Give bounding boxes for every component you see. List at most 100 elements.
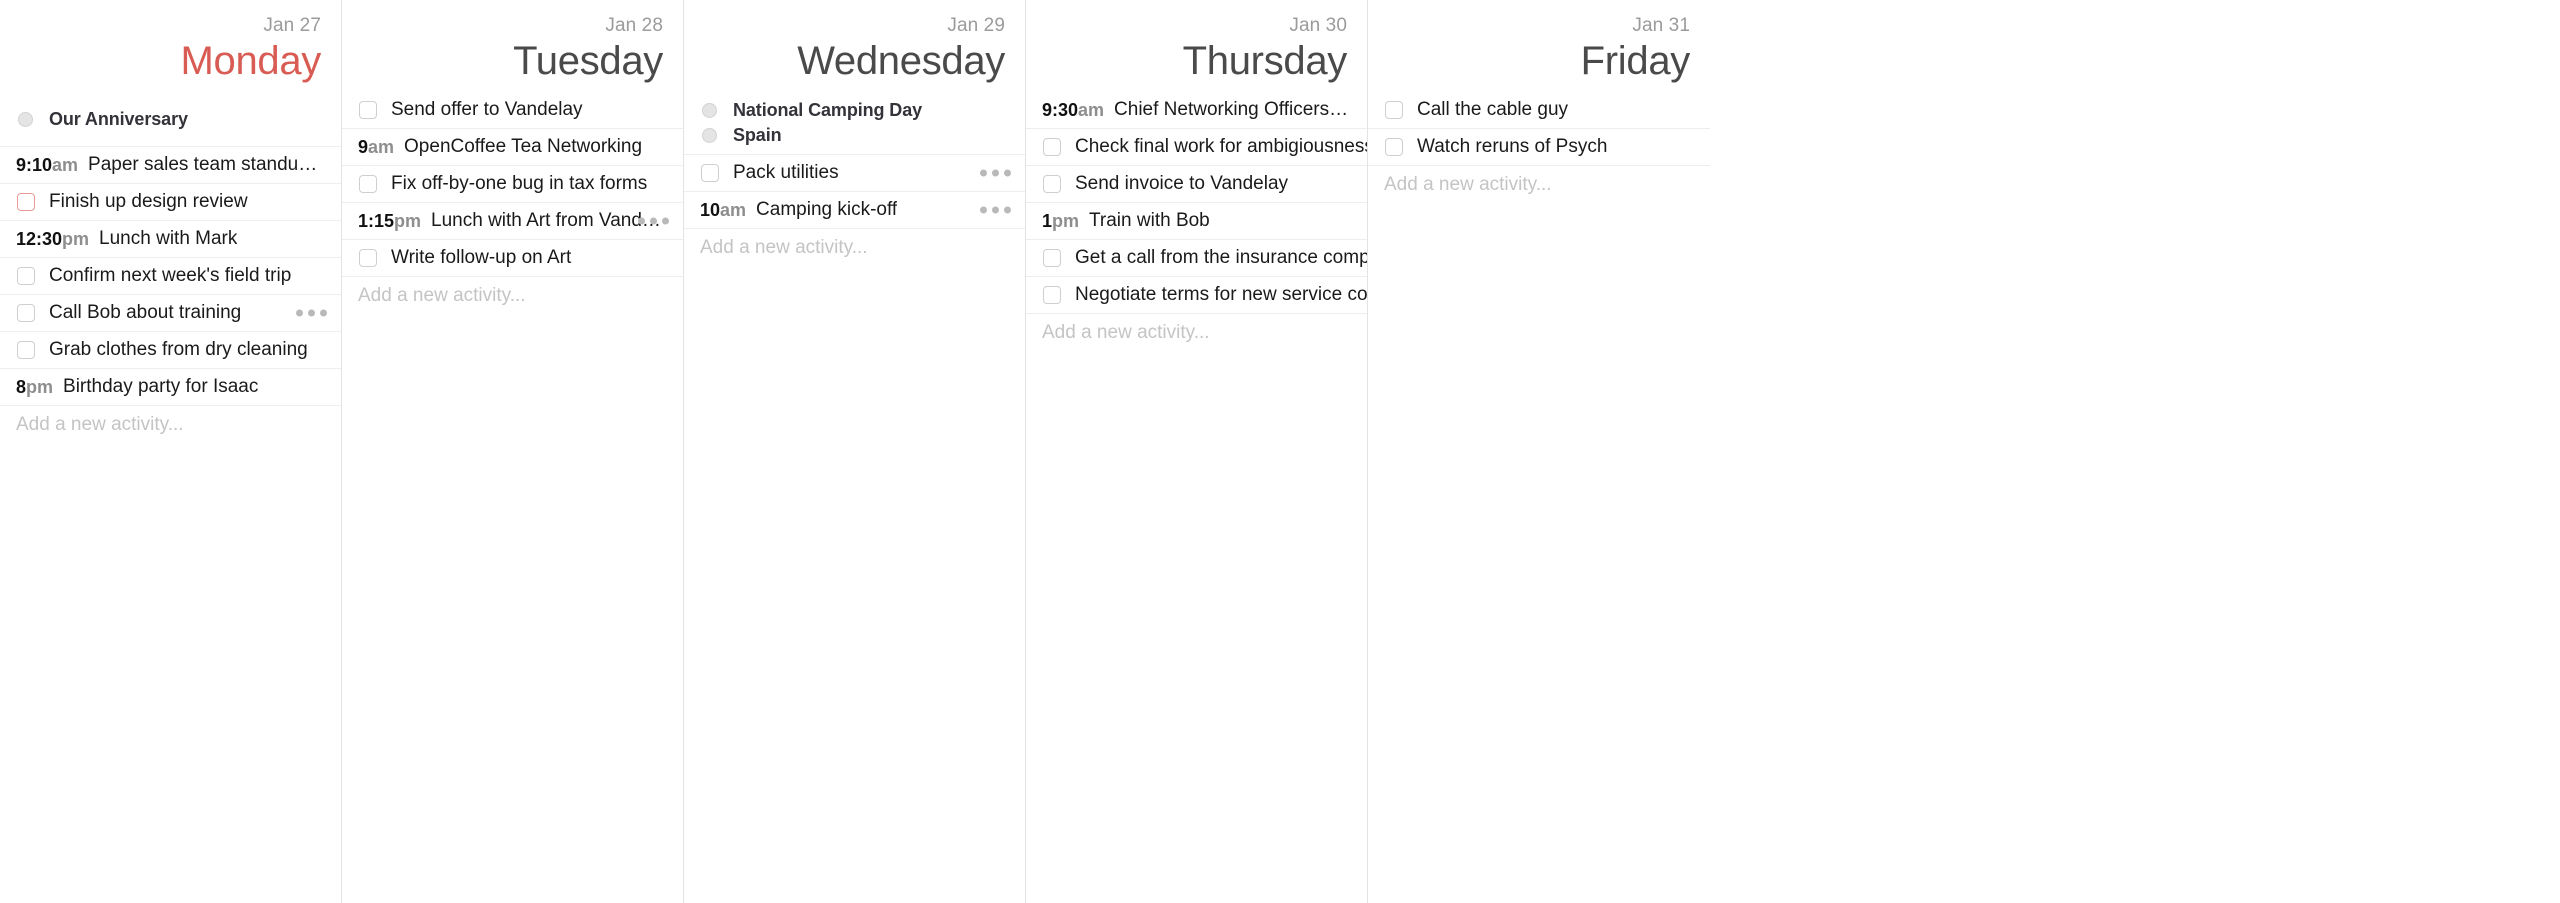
day-column-wednesday: Jan 29 Wednesday National Camping Day Spain… — [684, 0, 1026, 903]
task-row[interactable]: Send invoice to Vandelay — [1026, 166, 1367, 203]
task-checkbox[interactable] — [17, 193, 35, 211]
event-time-value: 9:30 — [1042, 99, 1079, 120]
holiday-item[interactable]: National Camping Day — [700, 98, 1011, 123]
holiday-label: Spain — [733, 125, 782, 145]
task-label: Fix off-by-one bug in tax forms — [391, 173, 648, 194]
event-time-value: 1 — [1042, 210, 1053, 231]
event-row[interactable]: 9:30am Chief Networking Officers Event — [1026, 92, 1367, 129]
task-checkbox[interactable] — [1043, 286, 1061, 304]
holiday-item[interactable]: Our Anniversary — [16, 107, 327, 132]
day-header: Jan 30 Thursday — [1026, 0, 1367, 92]
holiday-label: Our Anniversary — [49, 108, 188, 129]
task-row[interactable]: Confirm next week's field trip — [0, 258, 341, 295]
task-checkbox[interactable] — [1043, 249, 1061, 267]
event-time: 1:15pm — [358, 211, 421, 232]
event-row[interactable]: 8pm Birthday party for Isaac — [0, 369, 341, 406]
day-date: Jan 27 — [263, 15, 321, 36]
event-time-suffix: am — [368, 136, 395, 157]
day-date: Jan 31 — [1632, 15, 1690, 36]
circle-bullet-icon — [702, 128, 717, 143]
add-activity-input[interactable]: Add a new activity... — [684, 229, 1025, 266]
event-time-suffix: am — [720, 199, 747, 220]
event-time-value: 12:30 — [16, 228, 63, 249]
task-row[interactable]: Finish up design review — [0, 184, 341, 221]
task-row[interactable]: Grab clothes from dry cleaning — [0, 332, 341, 369]
holiday-item[interactable]: Spain — [700, 123, 1011, 148]
event-time-value: 9:10 — [16, 154, 53, 175]
task-checkbox[interactable] — [359, 101, 377, 119]
event-time: 8pm — [16, 377, 53, 398]
day-header: Jan 31 Friday — [1368, 0, 1710, 92]
task-checkbox[interactable] — [1043, 138, 1061, 156]
event-row[interactable]: 12:30pm Lunch with Mark — [0, 221, 341, 258]
task-checkbox[interactable] — [359, 175, 377, 193]
day-name: Wednesday — [797, 39, 1005, 83]
day-header: Jan 29 Wednesday — [684, 0, 1025, 92]
activity-list: Our Anniversary 9:10am Paper sales team st… — [0, 92, 341, 443]
task-checkbox[interactable] — [359, 249, 377, 267]
activity-list: National Camping Day Spain Pack utilities 1… — [684, 92, 1025, 266]
event-row[interactable]: 9:10am Paper sales team standup meeting — [0, 147, 341, 184]
event-time-suffix: pm — [26, 376, 54, 397]
holiday-row[interactable]: National Camping Day Spain — [684, 92, 1025, 155]
event-time-suffix: pm — [62, 228, 90, 249]
activity-list: 9:30am Chief Networking Officers Event Che… — [1026, 92, 1367, 351]
event-row[interactable]: 1:15pm Lunch with Art from Vandelay I... — [342, 203, 683, 240]
task-label: Negotiate terms for new service contract — [1075, 284, 1367, 305]
day-column-thursday: Jan 30 Thursday 9:30am Chief Networking Off… — [1026, 0, 1368, 903]
task-checkbox[interactable] — [17, 304, 35, 322]
event-row[interactable]: 9am OpenCoffee Tea Networking — [342, 129, 683, 166]
task-label: Send invoice to Vandelay — [1075, 173, 1289, 194]
event-time-suffix: am — [52, 154, 79, 175]
ellipsis-icon[interactable] — [980, 206, 1011, 214]
task-row[interactable]: Write follow-up on Art — [342, 240, 683, 277]
task-row[interactable]: Call Bob about training — [0, 295, 341, 332]
task-row[interactable]: Fix off-by-one bug in tax forms — [342, 166, 683, 203]
ellipsis-icon[interactable] — [638, 217, 669, 225]
event-row[interactable]: 1pm Train with Bob — [1026, 203, 1367, 240]
task-checkbox[interactable] — [1043, 175, 1061, 193]
task-row[interactable]: Call the cable guy — [1368, 92, 1710, 129]
add-activity-input[interactable]: Add a new activity... — [1368, 166, 1710, 203]
task-row[interactable]: Check final work for ambigiousness — [1026, 129, 1367, 166]
day-date: Jan 29 — [947, 15, 1005, 36]
add-activity-input[interactable]: Add a new activity... — [0, 406, 341, 443]
event-row[interactable]: 10am Camping kick-off — [684, 192, 1025, 229]
add-activity-input[interactable]: Add a new activity... — [342, 277, 683, 314]
event-time-value: 9 — [358, 136, 369, 157]
ellipsis-icon[interactable] — [296, 309, 327, 317]
task-label: Get a call from the insurance company — [1075, 247, 1367, 268]
day-name: Friday — [1580, 39, 1691, 83]
task-row[interactable]: Send offer to Vandelay — [342, 92, 683, 129]
task-checkbox[interactable] — [1385, 138, 1403, 156]
task-label: Send offer to Vandelay — [391, 99, 583, 120]
event-label: Camping kick-off — [756, 199, 898, 220]
ellipsis-icon[interactable] — [980, 169, 1011, 177]
task-checkbox[interactable] — [701, 164, 719, 182]
activity-list: Call the cable guy Watch reruns of Psych A… — [1368, 92, 1710, 203]
task-checkbox[interactable] — [17, 267, 35, 285]
task-checkbox[interactable] — [1385, 101, 1403, 119]
event-label: Paper sales team standup meeting — [88, 154, 327, 175]
day-header: Jan 27 Monday — [0, 0, 341, 92]
task-label: Watch reruns of Psych — [1417, 136, 1608, 157]
event-time: 9am — [358, 137, 394, 158]
task-label: Pack utilities — [733, 162, 839, 183]
event-time-value: 8 — [16, 376, 27, 397]
event-time: 12:30pm — [16, 229, 89, 250]
task-checkbox[interactable] — [17, 341, 35, 359]
add-activity-input[interactable]: Add a new activity... — [1026, 314, 1367, 351]
task-row[interactable]: Pack utilities — [684, 155, 1025, 192]
event-label: OpenCoffee Tea Networking — [404, 136, 643, 157]
circle-bullet-icon — [702, 103, 717, 118]
task-row[interactable]: Negotiate terms for new service contract — [1026, 277, 1367, 314]
task-label: Call Bob about training — [49, 302, 242, 323]
event-label: Lunch with Mark — [99, 228, 238, 249]
day-header: Jan 28 Tuesday — [342, 0, 683, 92]
task-row[interactable]: Watch reruns of Psych — [1368, 129, 1710, 166]
event-time-suffix: pm — [394, 210, 422, 231]
task-row[interactable]: Get a call from the insurance company — [1026, 240, 1367, 277]
holiday-row[interactable]: Our Anniversary — [0, 92, 341, 147]
event-label: Birthday party for Isaac — [63, 376, 259, 397]
day-date: Jan 30 — [1289, 15, 1347, 36]
